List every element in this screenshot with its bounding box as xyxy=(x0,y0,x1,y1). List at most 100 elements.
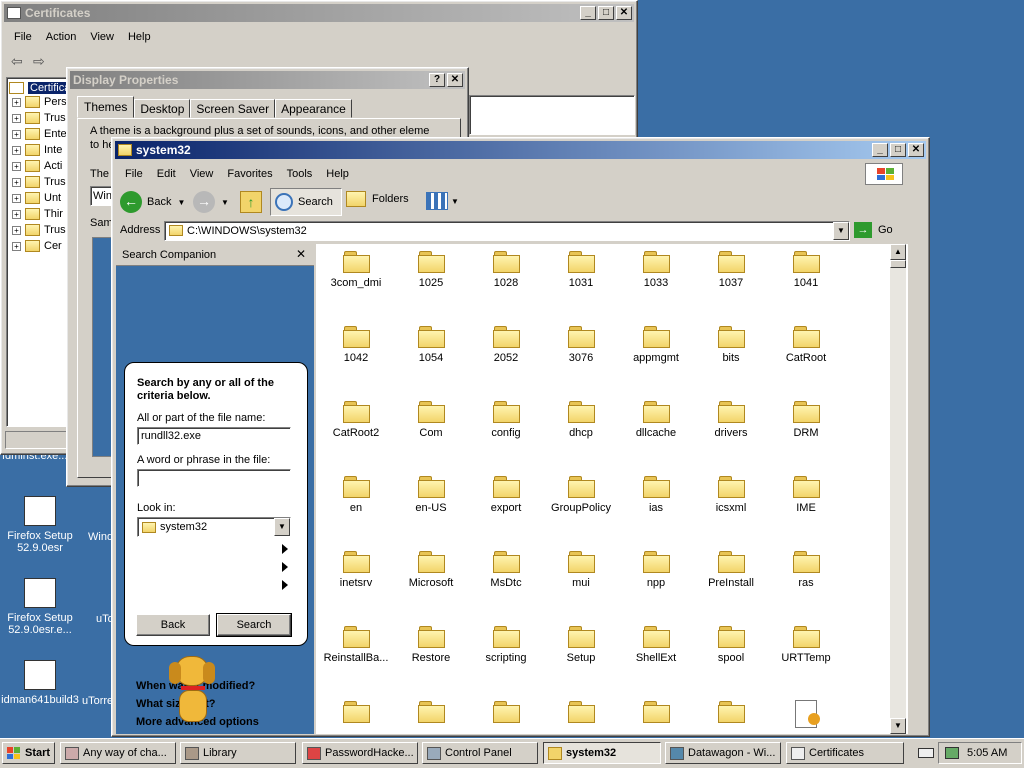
filename-input[interactable]: rundll32.exe xyxy=(137,427,291,445)
folder-item[interactable]: IME xyxy=(770,475,842,514)
folder-item[interactable]: en-US xyxy=(395,475,467,514)
address-input[interactable]: C:\WINDOWS\system32 ▼ xyxy=(164,221,850,241)
close-icon[interactable]: ✕ xyxy=(296,247,306,261)
desktop-icon-firefox-setup[interactable]: Firefox Setup 52.9.0esr xyxy=(0,496,80,554)
folder-item[interactable]: icsxml xyxy=(695,475,767,514)
menu-view[interactable]: View xyxy=(83,29,121,45)
folder-item[interactable] xyxy=(695,700,767,723)
folder-item[interactable] xyxy=(545,700,617,723)
folder-item[interactable]: Setup xyxy=(545,625,617,664)
vertical-scrollbar[interactable]: ▲ ▼ xyxy=(890,244,906,734)
tree-item[interactable]: + Unt xyxy=(12,190,61,206)
close-button[interactable]: ✕ xyxy=(616,6,632,20)
tab-themes[interactable]: Themes xyxy=(77,96,135,118)
folder-item[interactable]: DRM xyxy=(770,400,842,439)
folder-item[interactable]: 1025 xyxy=(395,250,467,289)
folder-item[interactable]: CatRoot xyxy=(770,325,842,364)
folder-item[interactable]: mui xyxy=(545,550,617,589)
folder-item[interactable] xyxy=(320,700,392,723)
expand-icon[interactable]: + xyxy=(12,113,21,123)
forward-arrow-icon[interactable]: ⇨ xyxy=(33,53,45,70)
tree-item[interactable]: + Acti xyxy=(12,158,62,174)
tree-item[interactable]: + Cer xyxy=(12,238,62,254)
expand-icon[interactable]: + xyxy=(12,161,21,171)
folder-item[interactable]: 1031 xyxy=(545,250,617,289)
dropdown-arrow-icon[interactable]: ▼ xyxy=(833,222,849,240)
dropdown-arrow-icon[interactable]: ▼ xyxy=(221,198,229,207)
companion-back-button[interactable]: Back xyxy=(136,614,210,636)
tree-item[interactable]: + Pers xyxy=(12,94,67,110)
explorer-titlebar[interactable]: system32 _ □ ✕ xyxy=(115,141,926,159)
folder-item[interactable]: scripting xyxy=(470,625,542,664)
explorer-window[interactable]: system32 _ □ ✕ File Edit View Favorites … xyxy=(111,137,930,737)
tree-item[interactable]: + Ente xyxy=(12,126,67,142)
expand-icon[interactable]: + xyxy=(12,177,21,187)
menu-view[interactable]: View xyxy=(183,166,221,182)
folder-item[interactable]: GroupPolicy xyxy=(545,475,617,514)
go-button[interactable]: → Go xyxy=(854,222,893,238)
folder-item[interactable]: 1042 xyxy=(320,325,392,364)
folder-item[interactable]: config xyxy=(470,400,542,439)
folder-item[interactable]: ReinstallBa... xyxy=(320,625,392,664)
tree-item[interactable]: + Inte xyxy=(12,142,62,158)
close-button[interactable]: ✕ xyxy=(447,73,463,87)
tab-desktop[interactable]: Desktop xyxy=(134,99,191,118)
option-modified[interactable]: When was it modified? xyxy=(136,680,316,692)
folder-item[interactable]: PreInstall xyxy=(695,550,767,589)
scroll-down-button[interactable]: ▼ xyxy=(890,718,906,734)
folder-item[interactable]: 3076 xyxy=(545,325,617,364)
expand-icon[interactable]: + xyxy=(12,145,21,155)
folder-item[interactable]: appmgmt xyxy=(620,325,692,364)
folder-item[interactable]: dllcache xyxy=(620,400,692,439)
expand-icon[interactable]: + xyxy=(12,193,21,203)
folder-item[interactable]: npp xyxy=(620,550,692,589)
folder-item[interactable]: export xyxy=(470,475,542,514)
folder-item[interactable]: Com xyxy=(395,400,467,439)
search-dog-icon[interactable] xyxy=(165,656,223,726)
expand-icon[interactable]: + xyxy=(12,225,21,235)
menu-help[interactable]: Help xyxy=(121,29,158,45)
expand-icon[interactable]: + xyxy=(12,129,21,139)
folders-button[interactable]: Folders xyxy=(346,191,409,207)
scroll-up-button[interactable]: ▲ xyxy=(890,244,906,260)
scroll-thumb[interactable] xyxy=(890,260,906,268)
expand-icon[interactable]: + xyxy=(12,209,21,219)
folder-item[interactable]: ras xyxy=(770,550,842,589)
folder-item[interactable]: CatRoot2 xyxy=(320,400,392,439)
tree-item[interactable]: + Trus xyxy=(12,222,66,238)
desktop-icon-idman[interactable]: idman641build3 xyxy=(0,660,80,706)
option-advanced[interactable]: More advanced options xyxy=(136,716,316,728)
folder-item[interactable]: 1041 xyxy=(770,250,842,289)
folder-item[interactable]: 2052 xyxy=(470,325,542,364)
folder-item[interactable]: MsDtc xyxy=(470,550,542,589)
folder-item[interactable]: ias xyxy=(620,475,692,514)
folder-item[interactable]: 1028 xyxy=(470,250,542,289)
keyboard-icon[interactable] xyxy=(918,748,934,758)
taskbar-item-control-panel[interactable]: Control Panel xyxy=(422,742,538,764)
dropdown-arrow-icon[interactable]: ▼ xyxy=(274,518,290,536)
folder-item[interactable] xyxy=(620,700,692,723)
tab-appearance[interactable]: Appearance xyxy=(275,99,352,118)
menu-favorites[interactable]: Favorites xyxy=(220,166,279,182)
menu-edit[interactable]: Edit xyxy=(150,166,183,182)
folder-item[interactable]: drivers xyxy=(695,400,767,439)
folder-item[interactable]: inetsrv xyxy=(320,550,392,589)
menu-action[interactable]: Action xyxy=(39,29,84,45)
menu-file[interactable]: File xyxy=(7,29,39,45)
option-size[interactable]: What size is it? xyxy=(136,698,316,710)
taskbar-item-any-way[interactable]: Any way of cha... xyxy=(60,742,176,764)
maximize-button[interactable]: □ xyxy=(598,6,614,20)
taskbar-item-system32[interactable]: system32 xyxy=(543,742,661,764)
folder-item[interactable]: ShellExt xyxy=(620,625,692,664)
tree-item[interactable]: + Trus xyxy=(12,110,66,126)
folder-item[interactable]: 1033 xyxy=(620,250,692,289)
companion-search-button[interactable]: Search xyxy=(216,613,292,637)
dropdown-arrow-icon[interactable]: ▼ xyxy=(177,198,185,207)
certificates-titlebar[interactable]: Certificates _ □ ✕ xyxy=(4,4,634,22)
folder-item[interactable] xyxy=(470,700,542,723)
tab-screen-saver[interactable]: Screen Saver xyxy=(190,99,276,118)
views-button[interactable]: ▼ xyxy=(426,192,459,210)
taskbar-item-library[interactable]: Library xyxy=(180,742,296,764)
up-folder-button[interactable]: ↑ xyxy=(240,191,262,213)
menu-tools[interactable]: Tools xyxy=(280,166,320,182)
